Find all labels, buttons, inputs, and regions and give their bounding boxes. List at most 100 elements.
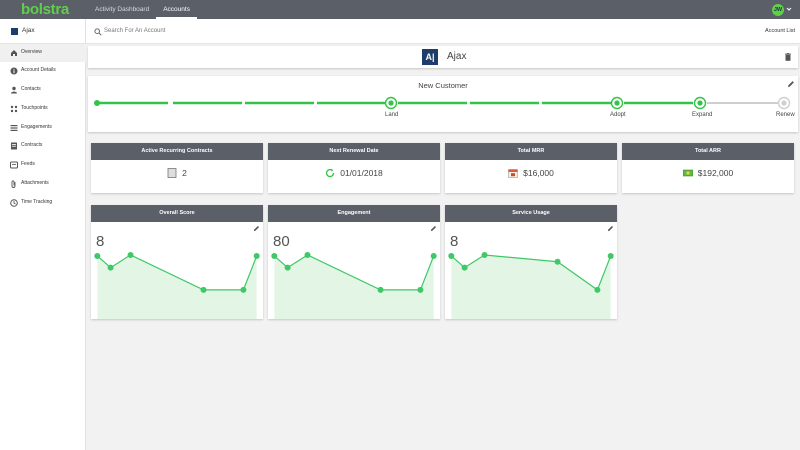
score-value: 80 (273, 233, 290, 250)
score-sparkline (448, 251, 614, 319)
sidebar-item-feeds[interactable]: Feeds (0, 156, 86, 174)
metric-card-total-mrr: Total MRR $16,000 (445, 143, 617, 193)
account-list-link[interactable]: Account List (765, 28, 795, 34)
sidebar-item-label: Contracts (21, 142, 43, 148)
lifecycle-track (94, 96, 791, 110)
metric-card-total-arr: Total ARR $192,000 (622, 143, 794, 193)
metric-value: $16,000 (523, 168, 554, 178)
metric-title: Active Recurring Contracts (91, 143, 263, 160)
score-card-overall: Overall Score 8 (91, 205, 263, 319)
sparkline-area (451, 254, 611, 319)
stage-node-expand[interactable] (693, 96, 707, 110)
sidebar-item-label: Touchpoints (21, 105, 48, 111)
score-sparkline (271, 251, 437, 319)
sparkline-point (253, 252, 260, 259)
score-sparkline (94, 251, 260, 319)
tab-activity-dashboard[interactable]: Activity Dashboard (88, 0, 156, 19)
score-title: Engagement (268, 205, 440, 222)
sidebar-item-contracts[interactable]: Contracts (0, 137, 86, 155)
stage-node-land[interactable] (384, 96, 398, 110)
sparkline-point (271, 252, 278, 259)
sidebar-item-account-details[interactable]: Account Details (0, 62, 86, 80)
stage-label-renew: Renew (776, 112, 795, 118)
sidebar-item-attachments[interactable]: Attachments (0, 175, 86, 193)
metric-card-active-contracts: Active Recurring Contracts 2 (91, 143, 263, 193)
refresh-icon (326, 168, 335, 178)
sparkline-point (127, 251, 134, 258)
score-card-engagement: Engagement 80 (268, 205, 440, 319)
chevron-down-icon[interactable] (786, 6, 792, 12)
sparkline-point (448, 252, 455, 259)
person-icon (11, 86, 17, 94)
user-avatar[interactable]: JW (772, 4, 784, 16)
metric-value: 01/01/2018 (340, 168, 383, 178)
home-icon (11, 50, 17, 56)
sidebar-account-header[interactable]: Ajax (0, 19, 86, 44)
sidebar-item-touchpoints[interactable]: Touchpoints (0, 100, 86, 118)
sparkline-area (274, 254, 434, 319)
sparkline-point (594, 286, 601, 293)
sparkline-point (200, 286, 207, 293)
contract-icon (167, 168, 177, 178)
paperclip-icon (11, 180, 16, 188)
sparkline-area (97, 254, 257, 319)
stage-label-adopt: Adopt (610, 112, 626, 118)
sparkline-point (284, 264, 291, 271)
sidebar-item-label: Time Tracking (21, 199, 53, 205)
sparkline-point (377, 286, 384, 293)
search-input[interactable]: Search For An Account (104, 28, 165, 34)
account-name: Ajax (447, 51, 467, 62)
sparkline-point (607, 252, 614, 259)
search-icon (94, 28, 102, 36)
sidebar-item-time-tracking[interactable]: Time Tracking (0, 194, 86, 212)
sparkline-point (94, 252, 101, 259)
stage-node-renew[interactable] (777, 96, 791, 110)
score-card-service-usage: Service Usage 8 (445, 205, 617, 319)
feed-icon (10, 161, 18, 169)
score-title: Service Usage (445, 205, 617, 222)
sidebar-account-name: Ajax (22, 27, 35, 34)
track-start-dot (94, 100, 100, 106)
sparkline-point (107, 264, 114, 271)
edit-icon[interactable] (787, 80, 795, 88)
document-icon (11, 142, 17, 150)
account-header-card: A| Ajax (88, 46, 798, 68)
search-bar: Search For An Account Account List (86, 19, 800, 44)
sidebar-item-label: Attachments (21, 180, 49, 186)
account-logo: A| (422, 49, 438, 65)
top-bar: bolstra Activity Dashboard Accounts JW (0, 0, 800, 19)
sidebar-item-contacts[interactable]: Contacts (0, 81, 86, 99)
sparkline-point (461, 264, 468, 271)
sidebar-item-engagements[interactable]: Engagements (0, 119, 86, 137)
metric-title: Total ARR (622, 143, 794, 160)
stage-node-adopt[interactable] (610, 96, 624, 110)
score-value: 8 (450, 233, 459, 250)
lifecycle-card: New Customer Land Adopt Expand Renew (88, 76, 798, 132)
clock-icon (10, 199, 18, 207)
app-logo[interactable]: bolstra (21, 1, 69, 18)
money-icon (682, 169, 693, 177)
sparkline-point (430, 252, 437, 259)
sidebar-item-label: Engagements (21, 124, 52, 130)
sidebar-item-label: Account Details (21, 67, 56, 73)
sparkline-point (554, 258, 561, 265)
stage-label-expand: Expand (692, 112, 713, 118)
trash-icon[interactable] (785, 53, 791, 61)
sparkline-point (481, 251, 488, 258)
score-value: 8 (96, 233, 105, 250)
info-icon (10, 67, 18, 75)
sparkline-point (240, 286, 247, 293)
top-nav: Activity Dashboard Accounts (88, 0, 197, 19)
sparkline-point (417, 286, 424, 293)
sidebar-item-label: Feeds (21, 161, 35, 167)
lifecycle-title: New Customer (418, 81, 468, 90)
sidebar-item-label: Overview (21, 49, 42, 55)
sidebar-item-label: Contacts (21, 86, 41, 92)
sidebar-item-overview[interactable]: Overview (0, 44, 86, 62)
score-title: Overall Score (91, 205, 263, 222)
tab-accounts[interactable]: Accounts (156, 0, 197, 19)
metric-title: Total MRR (445, 143, 617, 160)
metric-value: $192,000 (697, 168, 734, 178)
account-badge-icon (11, 28, 18, 35)
metric-card-next-renewal: Next Renewal Date 01/01/2018 (268, 143, 440, 193)
